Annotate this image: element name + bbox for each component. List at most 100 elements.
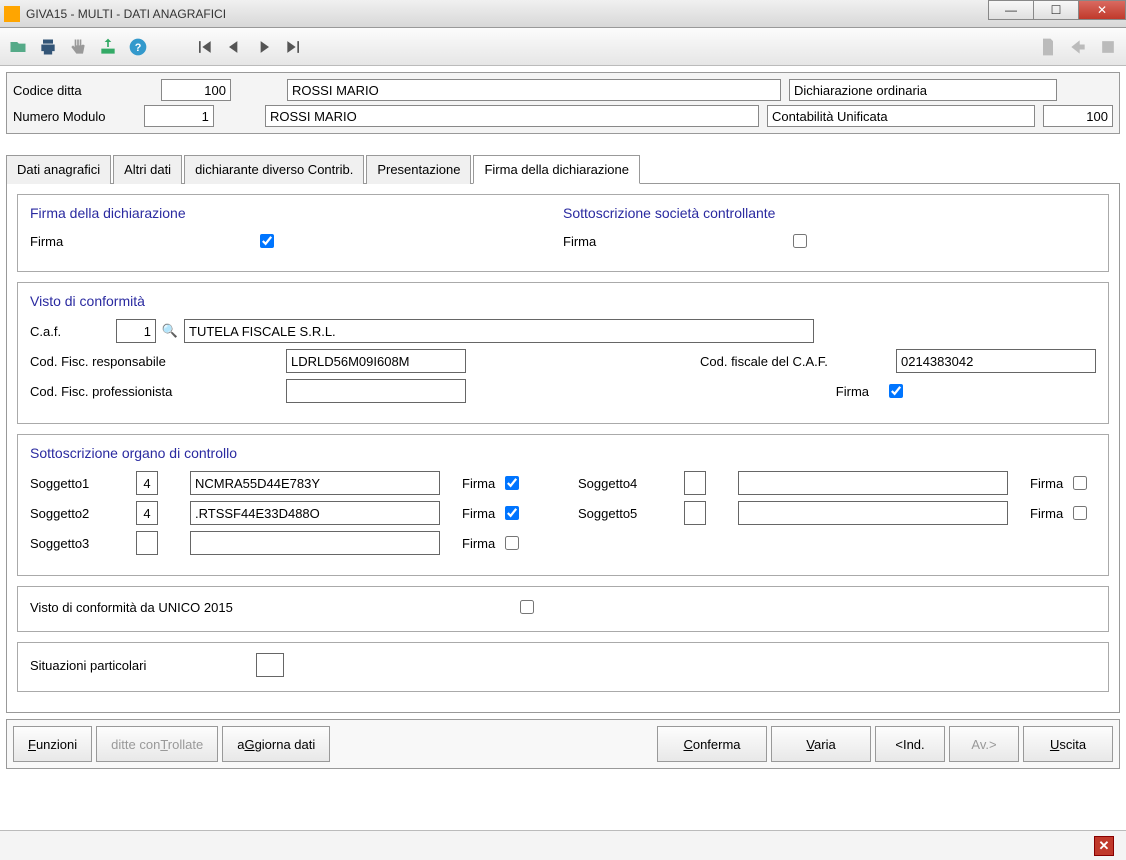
numero-modulo-label: Numero Modulo <box>13 109 136 124</box>
varia-button[interactable]: Varia <box>771 726 871 762</box>
conferma-button[interactable]: Conferma <box>657 726 767 762</box>
s5-firma-checkbox[interactable] <box>1073 506 1087 520</box>
tab-dichiarante-diverso[interactable]: dichiarante diverso Contrib. <box>184 155 364 184</box>
s2-label: Soggetto2 <box>30 506 130 521</box>
s4-label: Soggetto4 <box>578 476 678 491</box>
organo-title: Sottoscrizione organo di controllo <box>30 445 1096 461</box>
unico-label: Visto di conformità da UNICO 2015 <box>30 600 510 615</box>
s5-label: Soggetto5 <box>578 506 678 521</box>
group-unico: Visto di conformità da UNICO 2015 <box>17 586 1109 632</box>
firma-dich-label: Firma <box>30 234 250 249</box>
visto-firma-label: Firma <box>689 384 879 399</box>
last-icon[interactable] <box>282 35 306 59</box>
ind-button[interactable]: <Ind. <box>875 726 945 762</box>
toolbar: ? <box>0 28 1126 66</box>
situazioni-label: Situazioni particolari <box>30 658 250 673</box>
caf-name-field[interactable] <box>184 319 814 343</box>
row2-type-field[interactable] <box>767 105 1035 127</box>
group-situazioni: Situazioni particolari <box>17 642 1109 692</box>
s2-firma-checkbox[interactable] <box>505 506 519 520</box>
cf-caf-label: Cod. fiscale del C.A.F. <box>700 354 890 369</box>
open-icon[interactable] <box>6 35 30 59</box>
s2-firma-label: Firma <box>462 506 495 521</box>
s5-val-field[interactable] <box>738 501 1008 525</box>
row1-name-field[interactable] <box>287 79 781 101</box>
visto-firma-checkbox[interactable] <box>889 384 903 398</box>
uscita-button[interactable]: Uscita <box>1023 726 1113 762</box>
lookup-icon[interactable]: 🔍 <box>162 323 178 339</box>
cf-prof-label: Cod. Fisc. professionista <box>30 384 280 399</box>
group-visto: Visto di conformità C.a.f. 🔍 Cod. Fisc. … <box>17 282 1109 424</box>
s3-code-field[interactable] <box>136 531 158 555</box>
s1-firma-label: Firma <box>462 476 495 491</box>
forward-icon[interactable] <box>1066 35 1090 59</box>
prev-icon[interactable] <box>222 35 246 59</box>
group-organo: Sottoscrizione organo di controllo Sogge… <box>17 434 1109 576</box>
maximize-button[interactable]: ☐ <box>1033 0 1079 20</box>
cf-prof-field[interactable] <box>286 379 466 403</box>
s4-val-field[interactable] <box>738 471 1008 495</box>
hand-icon[interactable] <box>66 35 90 59</box>
minimize-button[interactable]: — <box>988 0 1034 20</box>
caf-label: C.a.f. <box>30 324 110 339</box>
close-button[interactable]: ✕ <box>1078 0 1126 20</box>
status-close-icon[interactable]: ✕ <box>1094 836 1114 856</box>
tab-altri-dati[interactable]: Altri dati <box>113 155 182 184</box>
ditte-controllate-button[interactable]: ditte conTrollate <box>96 726 218 762</box>
app-icon <box>4 6 20 22</box>
funzioni-button[interactable]: Funzioni <box>13 726 92 762</box>
s1-firma-checkbox[interactable] <box>505 476 519 490</box>
situazioni-field[interactable] <box>256 653 284 677</box>
s1-label: Soggetto1 <box>30 476 130 491</box>
s5-code-field[interactable] <box>684 501 706 525</box>
codice-ditta-field[interactable] <box>161 79 231 101</box>
s3-firma-checkbox[interactable] <box>505 536 519 550</box>
first-icon[interactable] <box>192 35 216 59</box>
header-box: Codice ditta Numero Modulo <box>6 72 1120 134</box>
s2-val-field[interactable] <box>190 501 440 525</box>
svg-text:?: ? <box>135 42 142 54</box>
s5-firma-label: Firma <box>1030 506 1063 521</box>
group-firma-dichiarazione: Firma della dichiarazione Firma Sottoscr… <box>17 194 1109 272</box>
row2-num-field[interactable] <box>1043 105 1113 127</box>
s3-firma-label: Firma <box>462 536 495 551</box>
next-icon[interactable] <box>252 35 276 59</box>
unico-checkbox[interactable] <box>520 600 534 614</box>
cf-resp-label: Cod. Fisc. responsabile <box>30 354 280 369</box>
tab-presentazione[interactable]: Presentazione <box>366 155 471 184</box>
s3-label: Soggetto3 <box>30 536 130 551</box>
s1-code-field[interactable] <box>136 471 158 495</box>
stack-icon[interactable] <box>1096 35 1120 59</box>
sottoscrizione-title: Sottoscrizione società controllante <box>563 205 1096 221</box>
sottoscrizione-checkbox[interactable] <box>793 234 807 248</box>
row1-type-field[interactable] <box>789 79 1057 101</box>
window-title: GIVA15 - MULTI - DATI ANAGRAFICI <box>26 7 226 21</box>
aggiorna-dati-button[interactable]: aGgiorna dati <box>222 726 330 762</box>
cf-resp-field[interactable] <box>286 349 466 373</box>
s4-firma-label: Firma <box>1030 476 1063 491</box>
s4-firma-checkbox[interactable] <box>1073 476 1087 490</box>
s3-val-field[interactable] <box>190 531 440 555</box>
codice-ditta-label: Codice ditta <box>13 83 153 98</box>
doc-icon[interactable] <box>1036 35 1060 59</box>
print-icon[interactable] <box>36 35 60 59</box>
s1-val-field[interactable] <box>190 471 440 495</box>
export-icon[interactable] <box>96 35 120 59</box>
tab-content: Firma della dichiarazione Firma Sottoscr… <box>6 184 1120 713</box>
tab-dati-anagrafici[interactable]: Dati anagrafici <box>6 155 111 184</box>
cf-caf-field[interactable] <box>896 349 1096 373</box>
firma-dich-checkbox[interactable] <box>260 234 274 248</box>
caf-code-field[interactable] <box>116 319 156 343</box>
bottom-bar: Funzioni ditte conTrollate aGgiorna dati… <box>6 719 1120 769</box>
visto-title: Visto di conformità <box>30 293 1096 309</box>
firma-dich-title: Firma della dichiarazione <box>30 205 563 221</box>
numero-modulo-field[interactable] <box>144 105 214 127</box>
row2-name-field[interactable] <box>265 105 759 127</box>
statusbar: ✕ <box>0 830 1126 860</box>
tab-firma-dichiarazione[interactable]: Firma della dichiarazione <box>473 155 640 184</box>
av-button[interactable]: Av.> <box>949 726 1019 762</box>
titlebar: GIVA15 - MULTI - DATI ANAGRAFICI — ☐ ✕ <box>0 0 1126 28</box>
s2-code-field[interactable] <box>136 501 158 525</box>
help-icon[interactable]: ? <box>126 35 150 59</box>
s4-code-field[interactable] <box>684 471 706 495</box>
